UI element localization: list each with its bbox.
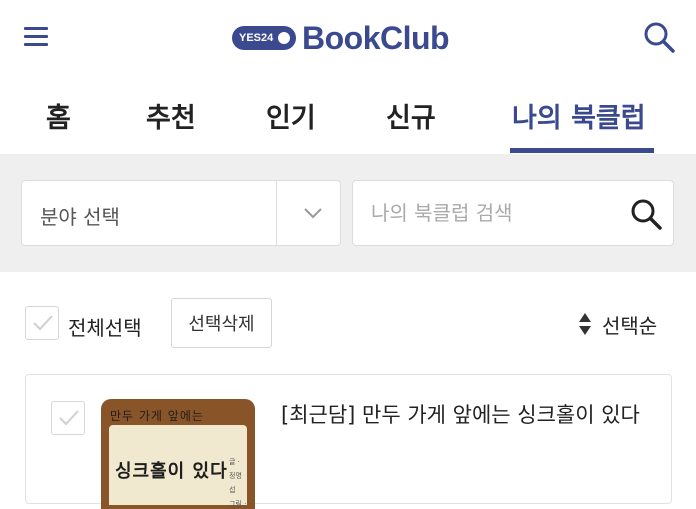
book-title[interactable]: [최근담] 만두 가게 앞에는 싱크홀이 있다	[281, 399, 651, 431]
cover-illustrator: 그림 · 조화	[229, 500, 247, 508]
sort-button[interactable]: 선택순	[578, 310, 657, 338]
delete-selected-button[interactable]: 선택삭제	[171, 298, 272, 348]
cover-author: 글 · 정명섭	[229, 458, 242, 494]
search-icon[interactable]	[642, 20, 676, 54]
active-tab-indicator	[510, 148, 654, 153]
item-checkbox[interactable]	[51, 401, 85, 435]
tab-my-bookclub[interactable]: 나의 북클럽	[512, 96, 646, 135]
yes24-badge: YES24	[232, 26, 296, 50]
main-tabs: 홈 추천 인기 신규 나의 북클럽	[0, 78, 696, 154]
select-divider	[276, 181, 277, 245]
category-select-value: 분야 선택	[40, 205, 120, 229]
tab-recommended[interactable]: 추천	[146, 96, 196, 135]
cover-title-line2: 싱크홀이 있다	[115, 461, 228, 482]
list-item[interactable]: 만두 가게 앞에는 싱크홀이 있다 글 · 정명섭 그림 · 조화 [최근담] …	[25, 374, 672, 509]
bookclub-logo[interactable]: YES24 BookClub	[232, 18, 450, 58]
select-all-checkbox[interactable]	[25, 306, 59, 340]
filter-bar: 분야 선택	[0, 154, 696, 272]
book-cover[interactable]: 만두 가게 앞에는 싱크홀이 있다 글 · 정명섭 그림 · 조화	[101, 399, 255, 509]
search-submit-icon[interactable]	[629, 197, 663, 231]
logo-text: BookClub	[302, 19, 450, 56]
sort-label: 선택순	[602, 313, 658, 338]
sort-updown-icon	[579, 313, 591, 335]
category-select[interactable]: 분야 선택	[21, 180, 341, 246]
hamburger-menu-icon[interactable]	[24, 24, 50, 50]
tab-popular[interactable]: 인기	[266, 96, 316, 135]
select-all-label[interactable]: 전체선택	[68, 312, 142, 341]
search-field	[352, 180, 674, 246]
app-header: YES24 BookClub	[0, 0, 696, 78]
tab-home[interactable]: 홈	[46, 96, 71, 135]
tab-new[interactable]: 신규	[386, 96, 436, 135]
cover-title-line1: 만두 가게 앞에는	[110, 409, 204, 423]
search-input[interactable]	[371, 195, 611, 231]
list-actions: 전체선택 선택삭제 선택순	[0, 272, 696, 372]
chevron-down-icon[interactable]	[302, 203, 324, 223]
book-list: 만두 가게 앞에는 싱크홀이 있다 글 · 정명섭 그림 · 조화 [최근담] …	[0, 372, 696, 509]
